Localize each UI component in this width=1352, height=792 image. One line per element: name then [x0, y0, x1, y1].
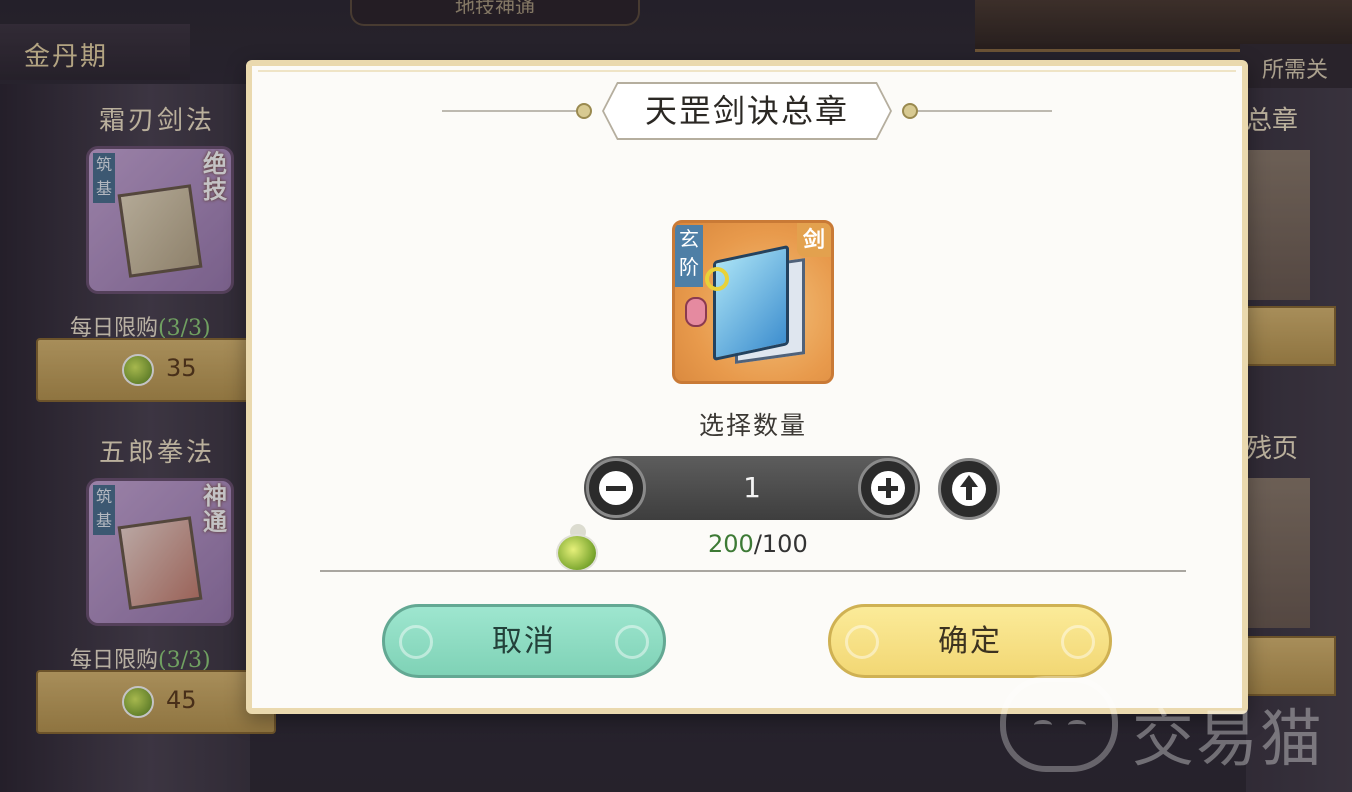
swirl-icon [615, 625, 649, 659]
purchase-dialog: 天罡剑诀总章 玄阶 剑 选择数量 1 200/100 取消 确定 [246, 60, 1248, 714]
spirit-stone-icon [554, 520, 602, 574]
item-type-badge: 剑 [797, 223, 831, 257]
dialog-top-rule [258, 70, 1236, 72]
required-amount: 100 [761, 530, 808, 558]
stone-body-shape [556, 534, 598, 572]
max-quantity-button[interactable] [938, 458, 1000, 520]
confirm-button[interactable]: 确定 [828, 604, 1112, 678]
quantity-value[interactable]: 1 [654, 456, 850, 520]
confirm-button-label: 确定 [938, 624, 1002, 659]
arrow-up-stem [966, 486, 972, 500]
dialog-divider [320, 570, 1186, 572]
cancel-button[interactable]: 取消 [382, 604, 666, 678]
plus-icon-vertical [886, 478, 891, 498]
sword-manual-icon: 玄阶 剑 [672, 220, 834, 384]
cancel-button-label: 取消 [492, 624, 556, 659]
quantity-stepper: 1 [584, 456, 920, 520]
dialog-title: 天罡剑诀总章 [644, 92, 849, 130]
swirl-icon [1061, 625, 1095, 659]
ribbon-ring-shape [705, 267, 729, 291]
increase-button[interactable] [858, 458, 918, 518]
swirl-icon [845, 625, 879, 659]
cost-separator: / [753, 530, 762, 558]
item-tier-badge: 玄阶 [675, 225, 703, 287]
minus-icon [606, 486, 626, 491]
title-knot-icon [576, 103, 592, 119]
decrease-button[interactable] [586, 458, 646, 518]
charm-shape [685, 297, 707, 327]
swirl-icon [399, 625, 433, 659]
book-cover-shape [713, 244, 789, 362]
cost-readout: 200/100 [708, 530, 808, 558]
title-knot-icon [902, 103, 918, 119]
dialog-title-bar: 天罡剑诀总章 [442, 84, 1052, 138]
title-rule-right [912, 110, 1052, 112]
watermark-text: 交易猫 [1132, 702, 1325, 775]
owned-amount: 200 [708, 530, 754, 558]
quantity-label: 选择数量 [698, 411, 807, 440]
watermark: 交易猫 [1000, 670, 1340, 780]
title-rule-left [442, 110, 582, 112]
cat-logo-icon [1000, 676, 1118, 772]
